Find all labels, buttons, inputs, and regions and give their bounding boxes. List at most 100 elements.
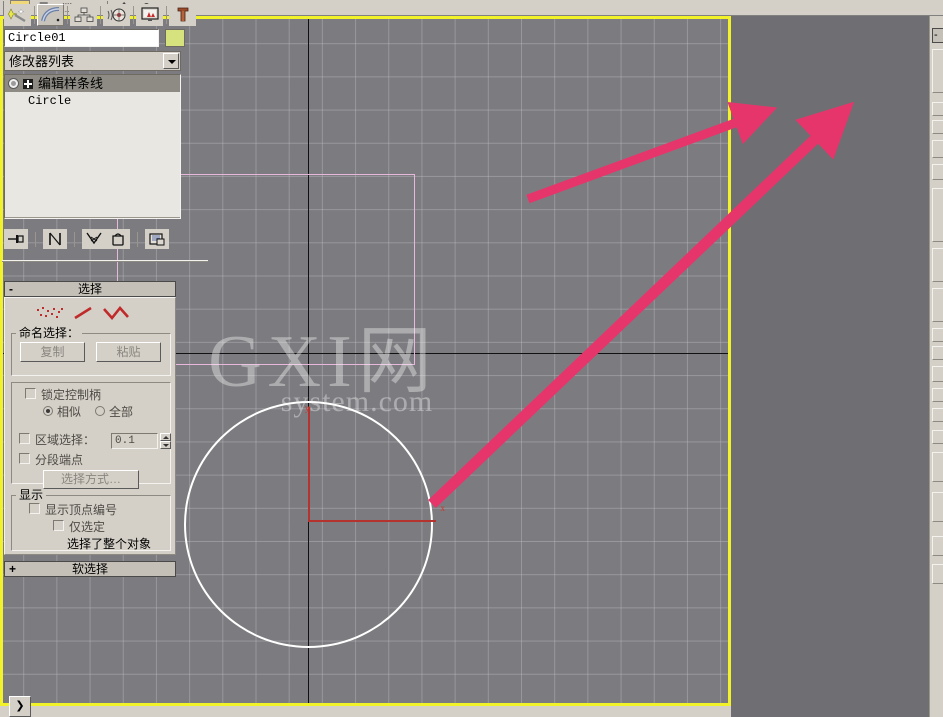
segment-level-button[interactable] <box>67 304 101 322</box>
configure-sets-button[interactable] <box>145 229 169 249</box>
clipped-group-3 <box>932 248 943 282</box>
clipped-row-11[interactable] <box>932 536 943 556</box>
utilities-tab[interactable] <box>169 4 196 26</box>
clipped-group-6 <box>932 492 943 522</box>
pin-icon <box>7 232 25 246</box>
modifier-list-dropdown[interactable]: 修改器列表 <box>4 51 181 71</box>
curve-icon <box>41 7 61 23</box>
named-selection-group-label: 命名选择： <box>16 327 82 339</box>
remove-modifier-button[interactable] <box>106 229 130 249</box>
vertex-level-button[interactable] <box>33 304 67 322</box>
clipped-row-4[interactable] <box>932 164 943 180</box>
object-name-input[interactable]: Circle01 <box>4 29 159 47</box>
trash-icon <box>109 232 127 246</box>
stack-button-sep-1 <box>35 232 36 247</box>
copy-button[interactable]: 复制 <box>20 342 85 362</box>
spinner-down-icon[interactable] <box>160 441 171 449</box>
alike-radio[interactable] <box>43 406 53 416</box>
modifier-stack-buttons[interactable] <box>4 228 189 250</box>
clipped-row-9[interactable] <box>932 408 943 422</box>
clipped-group-2 <box>932 188 943 242</box>
soft-selection-rollout-header[interactable]: + 软选择 <box>4 561 176 577</box>
viewport-bottom-strip <box>0 706 731 717</box>
paste-button[interactable]: 粘贴 <box>96 342 161 362</box>
stack-item-label: Circle <box>8 94 71 108</box>
selected-only-checkbox[interactable] <box>53 520 64 531</box>
segment-line-icon <box>69 306 99 320</box>
stack-item-edit-spline[interactable]: 编辑样条线 <box>5 75 180 92</box>
select-by-button[interactable]: 选择方式… <box>43 470 139 489</box>
gizmo-x-label: x <box>441 504 446 512</box>
show-vertex-numbers-label: 显示顶点编号 <box>45 504 117 517</box>
motion-tab[interactable] <box>103 4 130 26</box>
expand-plus-icon[interactable] <box>23 79 33 89</box>
object-color-swatch[interactable] <box>165 29 185 47</box>
chevron-down-icon[interactable] <box>163 53 179 69</box>
hierarchy-tab[interactable] <box>70 4 97 26</box>
gizmo-x-axis[interactable] <box>308 520 436 522</box>
clipped-row-2[interactable] <box>932 120 943 134</box>
transform-gizmo[interactable]: y x <box>308 407 438 522</box>
star-wand-icon <box>8 7 28 23</box>
clipped-group-5 <box>932 452 943 482</box>
lightbulb-icon[interactable] <box>8 78 19 89</box>
tab-divider-5 <box>166 6 167 24</box>
command-panel-tabs[interactable] <box>4 3 204 27</box>
clipped-row-3[interactable] <box>932 140 943 158</box>
hierarchy-tree-icon <box>74 7 94 23</box>
clipped-group-4 <box>932 288 943 322</box>
vertex-dots-icon <box>35 306 65 320</box>
clipped-row-1[interactable] <box>932 102 943 116</box>
gizmo-y-axis[interactable] <box>308 407 310 520</box>
panel-divider <box>2 260 208 262</box>
modify-tab[interactable] <box>37 4 64 26</box>
create-tab[interactable] <box>4 4 31 26</box>
clipped-row-8[interactable] <box>932 388 943 402</box>
lock-handles-checkbox[interactable] <box>25 388 36 399</box>
clipped-row-10[interactable] <box>932 430 943 444</box>
display-tab[interactable] <box>136 4 163 26</box>
all-label: 全部 <box>109 406 133 419</box>
clipped-row-6[interactable] <box>932 346 943 360</box>
clipped-row-7[interactable] <box>932 366 943 382</box>
stack-item-label: 编辑样条线 <box>38 77 103 91</box>
viewport-expand-button[interactable]: ❯ <box>9 696 31 717</box>
sub-object-level-buttons[interactable] <box>33 304 153 324</box>
selection-status-text: 选择了整个对象 <box>67 538 151 551</box>
area-select-checkbox[interactable] <box>19 433 30 444</box>
stack-divider <box>5 217 180 218</box>
pin-stack-button[interactable] <box>4 229 28 249</box>
gizmo-y-label: y <box>305 404 310 412</box>
secondary-panel-column[interactable]: - <box>929 16 943 717</box>
motion-wheel-icon <box>107 7 127 23</box>
segment-end-checkbox[interactable] <box>19 453 30 464</box>
area-select-spinner[interactable] <box>160 433 171 449</box>
stack-item-circle[interactable]: Circle <box>5 92 180 109</box>
object-name-row[interactable]: Circle01 <box>4 29 208 49</box>
clipped-collapse-sign[interactable]: - <box>934 29 938 41</box>
modifier-stack[interactable]: 编辑样条线 Circle <box>4 74 181 219</box>
area-select-value-input[interactable]: 0.1 <box>111 433 158 449</box>
display-group-label: 显示 <box>16 489 46 501</box>
show-vertex-numbers-checkbox[interactable] <box>29 503 40 514</box>
spline-level-button[interactable] <box>101 304 135 322</box>
make-unique-button[interactable] <box>82 229 106 249</box>
stack-button-sep-3 <box>137 232 138 247</box>
tab-divider-4 <box>133 6 134 24</box>
segment-end-label: 分段端点 <box>35 454 83 467</box>
monitor-icon <box>140 7 160 23</box>
clipped-rollout-header[interactable]: - <box>932 28 943 43</box>
selection-rollout-header[interactable]: - 选择 <box>4 281 176 297</box>
tab-divider-2 <box>67 6 68 24</box>
stack-button-sep-2 <box>74 232 75 247</box>
show-end-result-button[interactable] <box>43 229 67 249</box>
make-unique-icon <box>85 232 103 246</box>
configure-sets-icon <box>148 232 166 246</box>
spinner-up-icon[interactable] <box>160 433 171 441</box>
tab-divider-3 <box>100 6 101 24</box>
clipped-row-12[interactable] <box>932 564 943 584</box>
area-select-label: 区域选择： <box>35 434 95 447</box>
clipped-row-5[interactable] <box>932 328 943 342</box>
all-radio[interactable] <box>95 406 105 416</box>
lock-handles-label: 锁定控制柄 <box>41 389 101 402</box>
